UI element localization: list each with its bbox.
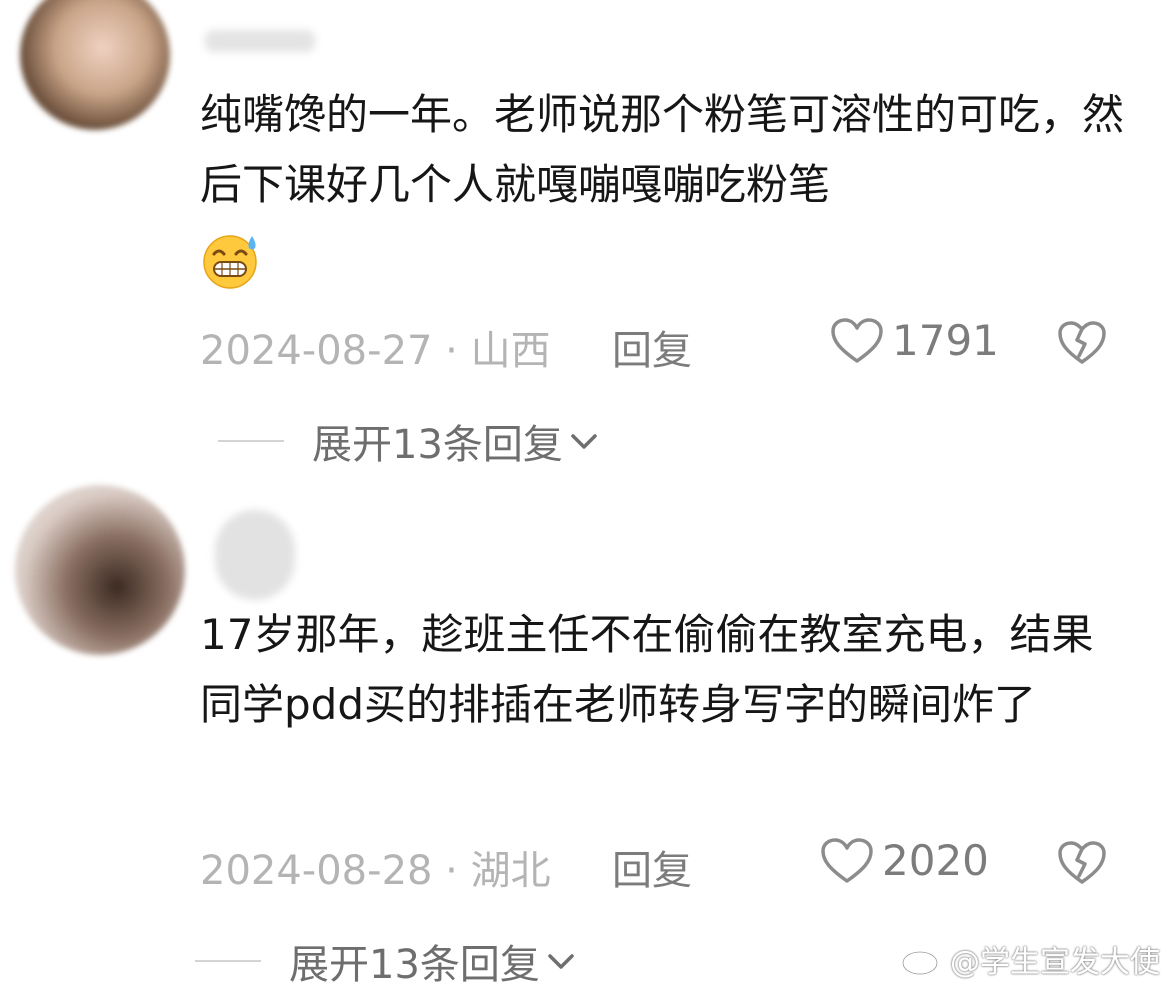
avatar[interactable] xyxy=(20,0,170,130)
reply-button[interactable]: 回复 xyxy=(612,318,692,376)
expand-replies-label: 展开13条回复 xyxy=(289,942,540,988)
avatar[interactable] xyxy=(15,485,185,655)
divider-line xyxy=(218,440,284,442)
username-blurred[interactable] xyxy=(215,510,295,600)
reply-button[interactable]: 回复 xyxy=(612,838,692,896)
chevron-down-icon xyxy=(571,434,597,449)
like-button[interactable]: 2020 xyxy=(820,836,989,885)
comment-text: 纯嘴馋的一年。老师说那个粉笔可溶性的可吃，然后下课好几个人就嘎嘣嘎嘣吃粉笔 xyxy=(200,90,1125,209)
broken-heart-icon[interactable] xyxy=(1057,320,1107,366)
comment-meta: 2024-08-27 · 山西 xyxy=(200,328,551,374)
divider-line xyxy=(195,960,261,962)
heart-outline-icon xyxy=(821,837,873,883)
expand-replies-button[interactable]: 展开13条回复 xyxy=(218,412,599,470)
grinning-sweat-emoji xyxy=(203,235,257,289)
watermark-text: @学生宣发大使 xyxy=(950,945,1160,980)
weibo-icon xyxy=(901,944,943,976)
heart-outline-icon xyxy=(831,317,883,363)
watermark: @学生宣发大使 xyxy=(900,937,1160,981)
like-button[interactable]: 1791 xyxy=(830,316,999,365)
comment-meta: 2024-08-28 · 湖北 xyxy=(200,848,551,894)
like-count: 2020 xyxy=(882,836,989,885)
expand-replies-button[interactable]: 展开13条回复 xyxy=(195,932,576,990)
like-count: 1791 xyxy=(892,316,999,365)
comment-text: 17岁那年，趁班主任不在偷偷在教室充电，结果同学pdd买的排插在老师转身写字的瞬… xyxy=(200,610,1094,729)
expand-replies-label: 展开13条回复 xyxy=(312,422,563,468)
chevron-down-icon xyxy=(548,954,574,969)
username-blurred[interactable] xyxy=(205,30,315,52)
broken-heart-icon[interactable] xyxy=(1057,840,1107,886)
